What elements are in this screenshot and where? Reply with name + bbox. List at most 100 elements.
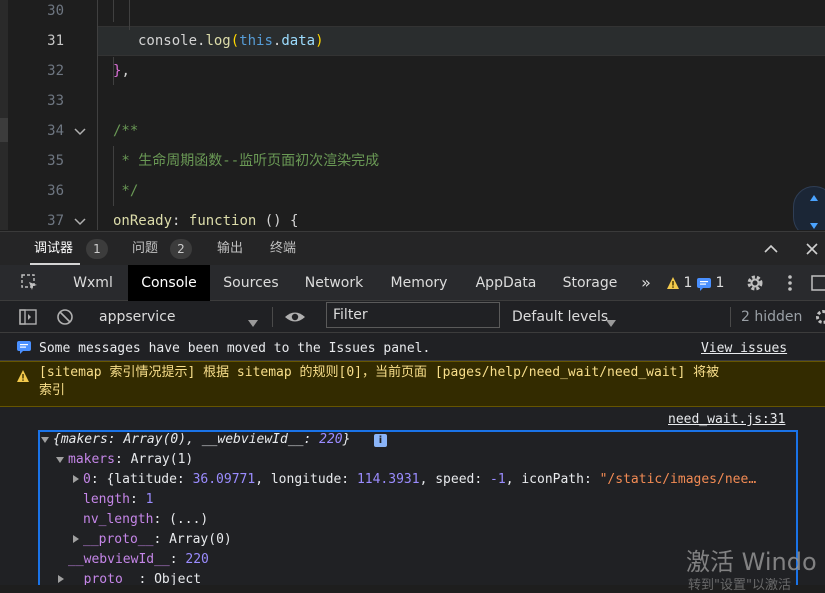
filter-input-box[interactable]: Filter (326, 302, 500, 328)
line-number: 30 (20, 0, 64, 26)
expand-triangle-icon[interactable] (56, 457, 64, 463)
windows-activation-watermark-sub: 转到"设置"以激活 (688, 574, 791, 593)
tree-value: Array(0) (123, 432, 186, 447)
tree-key: __webviewId__ (202, 432, 304, 447)
inspect-element-icon[interactable] (20, 273, 40, 297)
makers-row[interactable]: makers: Array(1) (68, 450, 193, 470)
code-text[interactable]: }, (113, 56, 130, 86)
clear-console-icon[interactable] (56, 308, 74, 330)
dock-side-icon[interactable] (810, 273, 825, 297)
filter-input[interactable]: Filter (333, 303, 368, 327)
tree-value: (...) (169, 512, 208, 527)
tab-wxml[interactable]: Wxml (64, 265, 122, 301)
token-log: log (205, 33, 230, 49)
tree-punct: : (115, 452, 131, 467)
root-object-summary[interactable]: {makers: Array(0), __webviewId__: 220} (53, 430, 350, 450)
settings-gear-icon[interactable] (745, 273, 765, 297)
tab-terminal[interactable]: 终端 (270, 232, 296, 266)
context-select[interactable]: appservice (99, 301, 176, 333)
proto-array-row[interactable]: __proto__: Array(0) (83, 530, 232, 550)
log-levels-select[interactable]: Default levels (512, 301, 608, 333)
comment-text[interactable]: /** (113, 116, 138, 146)
code-line: 33 (0, 86, 825, 116)
code-text[interactable]: console.log(this.data) (138, 26, 324, 56)
tab-storage[interactable]: Storage (554, 265, 626, 301)
line-number: 37 (20, 206, 64, 230)
info-badge-icon[interactable]: i (374, 434, 387, 447)
tab-debugger[interactable]: 调试器 (34, 232, 73, 266)
info-message-icon (17, 341, 31, 358)
tree-key: makers (68, 452, 115, 467)
tab-console[interactable]: Console (128, 265, 210, 301)
length-row: length: 1 (83, 490, 153, 510)
code-text[interactable]: onReady: function () { (113, 206, 298, 230)
comment-text[interactable]: */ (113, 176, 138, 206)
code-line: 37 onReady: function () { (0, 206, 825, 230)
debugger-count-badge: 1 (86, 239, 108, 259)
code-line: 35 * 生命周期函数--监听页面初次渲染完成 (0, 146, 825, 176)
scroll-nav-widget[interactable] (793, 186, 825, 230)
tab-network[interactable]: Network (296, 265, 372, 301)
sidebar-toggle-icon[interactable] (19, 308, 37, 330)
comment-text[interactable]: * 生命周期函数--监听页面初次渲染完成 (113, 146, 379, 176)
tree-punct: , (186, 432, 202, 447)
more-options-icon[interactable] (786, 273, 794, 297)
collapse-triangle-icon[interactable] (73, 475, 79, 483)
collapse-triangle-icon[interactable] (73, 535, 79, 543)
code-line: 30 (0, 0, 825, 26)
tree-value: "/static/images/nee… (600, 472, 757, 487)
tree-value: 220 (185, 552, 208, 567)
warning-count[interactable]: 1 (682, 265, 694, 301)
code-line: 34 /** (0, 116, 825, 146)
tree-punct: } (343, 432, 351, 447)
problems-count-badge: 2 (170, 239, 192, 259)
code-editor[interactable]: 30 31 console.log(this.data) 32 }, 33 34… (0, 0, 825, 230)
devtools-tabbar: Wxml Console Sources Network Memory AppD… (0, 265, 825, 301)
view-issues-link[interactable]: View issues (701, 333, 787, 364)
warning-triangle-icon (666, 275, 680, 294)
tree-key: __webviewId__ (68, 552, 170, 567)
line-number: 32 (20, 56, 64, 86)
console-settings-gear-icon[interactable] (814, 308, 825, 330)
tab-memory[interactable]: Memory (382, 265, 456, 301)
tab-appdata[interactable]: AppData (468, 265, 544, 301)
live-expression-eye-icon[interactable] (284, 308, 306, 330)
line-number: 31 (20, 26, 64, 56)
line-number: 35 (20, 146, 64, 176)
bottom-panel-tabs: 调试器 1 问题 2 输出 终端 (0, 231, 825, 266)
warning-triangle-icon (16, 369, 30, 387)
nv-length-row[interactable]: nv_length: (...) (83, 510, 208, 530)
fold-chevron-icon[interactable] (72, 213, 88, 229)
collapse-triangle-icon[interactable] (58, 575, 64, 583)
dropdown-arrow-icon[interactable] (248, 313, 258, 332)
tab-sources[interactable]: Sources (214, 265, 288, 301)
more-tabs-button[interactable]: » (636, 265, 656, 301)
toolbar-divider (272, 307, 273, 327)
tab-output[interactable]: 输出 (217, 232, 243, 266)
sitemap-warning-text: [sitemap 索引情况提示] 根据 sitemap 的规则[0]，当前页面 … (39, 364, 719, 382)
token-data: data (281, 33, 315, 49)
proto-object-row[interactable]: __proto__: Object (68, 570, 201, 585)
token-console: console (138, 33, 197, 49)
token-parens: () { (256, 213, 298, 229)
tree-key: , longitude: (255, 472, 357, 487)
tree-punct: : (153, 532, 169, 547)
fold-chevron-icon[interactable] (72, 123, 88, 139)
expand-triangle-icon[interactable] (41, 437, 49, 443)
tree-value: Array(1) (131, 452, 194, 467)
token-paren: ) (315, 33, 323, 49)
chevron-up-icon[interactable] (762, 240, 780, 262)
source-link[interactable]: need_wait.js:31 (668, 411, 785, 429)
info-count[interactable]: 1 (714, 265, 726, 301)
dropdown-arrow-icon[interactable] (606, 313, 616, 332)
tree-key: 0 (83, 472, 91, 487)
toolbar-divider (730, 307, 731, 327)
tree-value: -1 (490, 472, 506, 487)
close-icon[interactable] (803, 240, 821, 262)
makers-item-0-row[interactable]: 0: {latitude: 36.09771, longitude: 114.3… (83, 470, 756, 490)
tab-problems[interactable]: 问题 (132, 232, 158, 266)
windows-activation-watermark: 激活 Windo (686, 542, 817, 577)
tree-key: {latitude: (106, 472, 192, 487)
code-line: 36 */ (0, 176, 825, 206)
code-line: 32 }, (0, 56, 825, 86)
